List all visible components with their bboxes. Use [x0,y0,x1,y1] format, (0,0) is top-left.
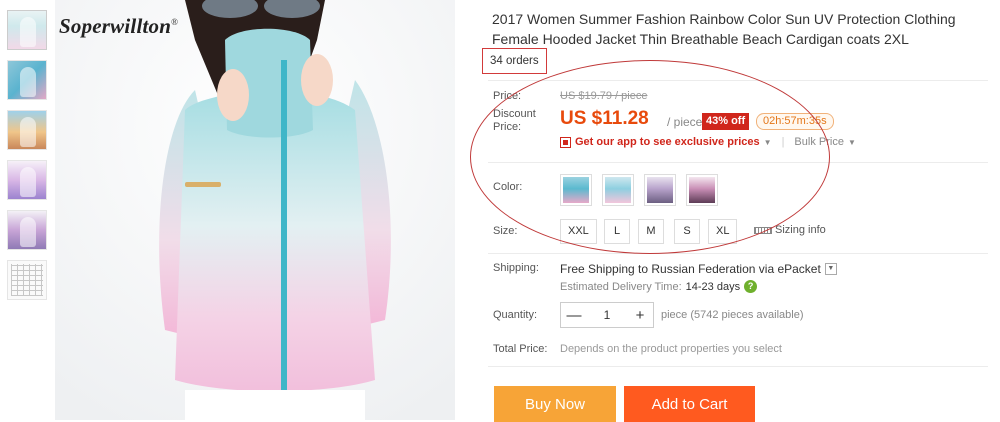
buy-now-button[interactable]: Buy Now [494,386,616,422]
delivery-estimate: Estimated Delivery Time: 14-23 days ? [560,280,758,293]
main-product-image[interactable]: Soperwillton® [55,0,455,420]
quantity-input[interactable]: 1 [587,308,627,322]
price-unit: / piece [667,115,703,129]
shipping-selector[interactable]: Free Shipping to Russian Federation via … [560,262,837,276]
brand-logo: Soperwillton® [59,14,179,38]
price-label: Price: [493,90,522,102]
thumbnail-5[interactable] [7,210,47,250]
total-price-label: Total Price: [493,343,548,355]
discount-price-label: Discount Price: [493,108,536,133]
product-info-panel: 2017 Women Summer Fashion Rainbow Color … [480,0,1000,422]
divider [488,253,988,254]
size-label: Size: [493,225,518,237]
chevron-down-icon[interactable]: ▼ [824,263,837,275]
help-icon[interactable]: ? [744,280,758,293]
decrease-button[interactable]: — [561,307,587,324]
increase-button[interactable]: + [627,307,653,324]
app-promo-row[interactable]: Get our app to see exclusive prices ▼ | … [560,136,856,148]
add-to-cart-button[interactable]: Add to Cart [624,386,755,422]
shipping-label: Shipping: [493,262,539,274]
shipping-text: Free Shipping to Russian Federation via … [560,262,821,276]
thumbnail-list [7,10,49,310]
qr-code-icon [560,136,571,148]
thumbnail-3[interactable] [7,110,47,150]
sizing-info-label: Sizing info [775,224,826,236]
ruler-icon [754,226,772,234]
size-chart-thumb-icon [11,264,43,296]
delivery-time: 14-23 days [685,280,741,293]
size-option-xxl[interactable]: XXL [560,219,597,244]
product-thumb-back-icon [20,217,36,247]
color-swatch-4[interactable] [686,174,718,206]
size-option-xl[interactable]: XL [708,219,738,244]
color-swatch-1[interactable] [560,174,592,206]
color-swatch-2[interactable] [602,174,634,206]
color-swatch-3[interactable] [644,174,676,206]
divider [488,80,988,81]
divider [488,366,988,367]
size-option-l[interactable]: L [604,219,630,244]
color-label: Color: [493,181,523,193]
size-option-s[interactable]: S [674,219,700,244]
thumbnail-4[interactable] [7,160,47,200]
app-promo-link[interactable]: Get our app to see exclusive prices [575,136,760,148]
countdown-timer: 02h:57m:35s [756,113,834,130]
original-price: US $19.79 / piece [560,90,648,102]
product-thumb-front-icon [20,17,36,47]
product-thumb-purple-icon [20,167,36,197]
chevron-down-icon: ▼ [847,137,856,147]
sizing-info-link[interactable]: Sizing info [754,224,826,236]
chevron-down-icon: ▼ [763,137,772,147]
quantity-label: Quantity: [493,309,538,321]
discount-price: US $11.28 [560,108,649,129]
discount-badge: 43% off [702,113,750,130]
product-thumb-beach-icon [20,117,36,147]
availability-text: piece (5742 pieces available) [661,309,804,321]
size-option-m[interactable]: M [638,219,664,244]
divider [488,162,988,163]
thumbnail-6[interactable] [7,260,47,300]
model-illustration [55,0,455,420]
product-title: 2017 Women Summer Fashion Rainbow Color … [492,11,956,47]
bulk-price-link[interactable]: Bulk Price [794,136,844,148]
delivery-label: Estimated Delivery Time: [560,280,682,293]
product-thumb-sunglasses-icon [20,67,36,97]
thumbnail-1[interactable] [7,10,47,50]
separator: | [781,136,785,148]
orders-count[interactable]: 34 orders [482,48,547,74]
quantity-stepper[interactable]: — 1 + [560,302,654,328]
total-price-text: Depends on the product properties you se… [560,343,782,355]
thumbnail-2[interactable] [7,60,47,100]
